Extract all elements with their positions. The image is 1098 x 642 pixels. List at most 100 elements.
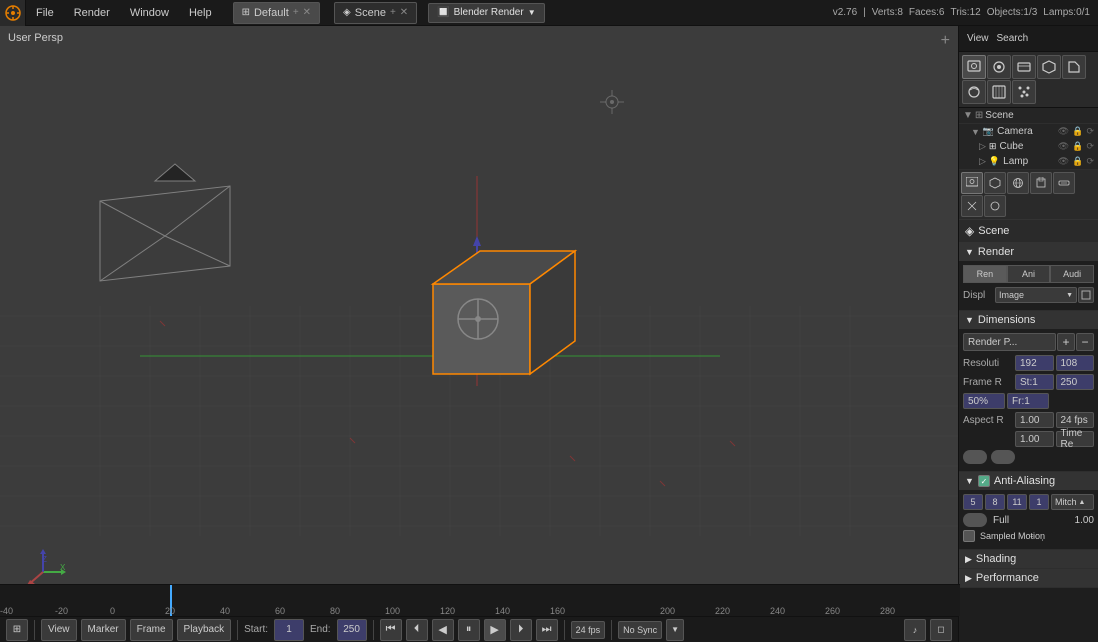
obj-props-icon2[interactable] (1030, 172, 1052, 194)
tl-frame-menu[interactable]: Frame (130, 619, 173, 641)
performance-header[interactable]: ▶ Performance (959, 569, 1098, 587)
render-preset-field[interactable]: Render P... (963, 333, 1056, 351)
modifier-properties-btn[interactable] (1062, 55, 1086, 79)
jump-end-btn[interactable]: ⏭ (536, 619, 558, 641)
workspace-tab-default[interactable]: ⊞ Default + ✕ (233, 2, 320, 24)
sync-arrow-icon[interactable]: ▼ (666, 619, 684, 641)
aa-val-11[interactable]: 11 (1007, 494, 1027, 510)
particles-properties-btn[interactable] (1012, 80, 1036, 104)
menu-render[interactable]: Render (64, 0, 120, 25)
resolution-pct-field[interactable]: 50% (963, 393, 1005, 409)
end-frame-field[interactable]: 250 (337, 619, 367, 641)
shading-header[interactable]: ▶ Shading (959, 550, 1098, 568)
render-properties-btn[interactable] (962, 55, 986, 79)
scene-properties-btn[interactable] (987, 55, 1011, 79)
frame-start-field[interactable]: St:1 (1015, 374, 1054, 390)
camera-outliner-item[interactable]: Camera (997, 126, 1033, 137)
preset-remove-btn[interactable]: − (1076, 333, 1094, 351)
tl-view-menu[interactable]: View (41, 619, 77, 641)
aspect-y-field[interactable]: 1.00 (1015, 431, 1054, 447)
texture-properties-btn[interactable] (987, 80, 1011, 104)
constraint-props-icon[interactable] (1053, 172, 1075, 194)
sync-mode-btn[interactable]: No Sync (618, 621, 662, 639)
object-properties-btn[interactable] (1037, 55, 1061, 79)
scene-close-btn[interactable]: ✕ (400, 7, 408, 18)
display-extra-btn[interactable] (1078, 287, 1094, 303)
stop-btn[interactable]: ⏸ (458, 619, 480, 641)
viewport-options-btn[interactable]: + (941, 32, 950, 50)
render-tab-audio[interactable]: Audi (1050, 265, 1094, 283)
toggle-2[interactable] (991, 450, 1015, 464)
timeline-type-btn[interactable]: ⊞ (6, 619, 28, 641)
tick-200: 200 (660, 606, 675, 616)
next-frame-btn[interactable]: ⏵ (510, 619, 532, 641)
menu-file[interactable]: File (26, 0, 64, 25)
frame-end-field[interactable]: 250 (1056, 374, 1095, 390)
tick-80: 80 (330, 606, 340, 616)
aa-header[interactable]: ▼ ✓ Anti-Aliasing (959, 472, 1098, 490)
material-properties-btn[interactable] (962, 80, 986, 104)
cube-outliner-item[interactable]: Cube (999, 141, 1023, 152)
aspect-x-field[interactable]: 1.00 (1015, 412, 1054, 428)
menu-window[interactable]: Window (120, 0, 179, 25)
aa-filter-dropdown[interactable]: Mitch ▲ (1051, 494, 1094, 510)
world-props-icon2[interactable] (1007, 172, 1029, 194)
aa-enabled-checkbox[interactable]: ✓ (978, 475, 990, 487)
aa-val-5[interactable]: 5 (963, 494, 983, 510)
world-properties-btn[interactable] (1012, 55, 1036, 79)
resolution-x-field[interactable]: 192 (1015, 355, 1054, 371)
scene-props-icon2[interactable] (984, 172, 1006, 194)
frame-rate-field[interactable]: Fr:1 (1007, 393, 1049, 409)
blender-logo[interactable] (0, 0, 26, 26)
material-props-icon2[interactable] (984, 195, 1006, 217)
aa-val-1[interactable]: 1 (1029, 494, 1049, 510)
aa-val-8[interactable]: 8 (985, 494, 1005, 510)
tl-playback-menu[interactable]: Playback (177, 619, 232, 641)
timeline-scale[interactable]: -40 -20 0 20 40 60 80 100 120 140 160 20… (0, 585, 960, 616)
play-btn[interactable]: ▶ (484, 619, 506, 641)
panel-view-btn[interactable]: View (963, 31, 993, 46)
scene-tab[interactable]: ◈ Scene + ✕ (334, 2, 417, 24)
render-tab-anim[interactable]: Ani (1007, 265, 1051, 283)
workspace-close-btn[interactable]: ✕ (303, 7, 311, 18)
aa-arrow-icon: ▼ (965, 476, 974, 486)
render-preset-row: Render P... + − (963, 333, 1094, 351)
stats-separator: | (863, 7, 866, 18)
time-remap-field[interactable]: Time Re (1056, 431, 1095, 447)
lamp-outliner-item[interactable]: Lamp (1003, 156, 1028, 167)
toggle-1[interactable] (963, 450, 987, 464)
start-frame-field[interactable]: 1 (274, 619, 304, 641)
jump-start-btn[interactable]: ⏮ (380, 619, 402, 641)
display-dropdown[interactable]: Image ▼ (995, 287, 1077, 303)
menu-help[interactable]: Help (179, 0, 222, 25)
sampled-motion-checkbox[interactable] (963, 530, 975, 542)
tick-60: 60 (275, 606, 285, 616)
resolution-y-field[interactable]: 108 (1056, 355, 1095, 371)
prev-frame-btn[interactable]: ⏴ (406, 619, 428, 641)
full-toggle[interactable] (963, 513, 987, 527)
panel-search-btn[interactable]: Search (993, 31, 1033, 46)
stat-lamps: Lamps:0/1 (1043, 7, 1090, 18)
render-section: ▼ Render Ren Ani Audi Displ Image (959, 243, 1098, 311)
aspect-fps-field[interactable]: 24 fps (1056, 412, 1095, 428)
fps-display[interactable]: 24 fps (571, 621, 606, 639)
preset-add-btn[interactable]: + (1057, 333, 1075, 351)
tick-280: 280 (880, 606, 895, 616)
tl-marker-menu[interactable]: Marker (81, 619, 126, 641)
scene-name: Scene (355, 7, 386, 19)
data-props-icon[interactable] (961, 195, 983, 217)
viewport-label: User Persp (8, 32, 63, 44)
audio-sync-btn[interactable]: ♪ (904, 619, 926, 641)
3d-viewport[interactable]: User Persp + (0, 26, 958, 582)
render-tab-render[interactable]: Ren (963, 265, 1007, 283)
dimensions-header[interactable]: ▼ Dimensions (959, 311, 1098, 329)
render-props-icon[interactable] (961, 172, 983, 194)
play-reverse-btn[interactable]: ◀ (432, 619, 454, 641)
cube-object (433, 251, 575, 374)
render-section-header[interactable]: ▼ Render (959, 243, 1098, 261)
workspace-add-btn[interactable]: + (293, 7, 299, 18)
render-sub-tabs: Ren Ani Audi (963, 265, 1094, 283)
scene-add-btn[interactable]: + (390, 7, 396, 18)
frame-drop-btn[interactable]: ◻ (930, 619, 952, 641)
render-engine-dropdown[interactable]: 🔲 Blender Render ▼ (428, 3, 544, 23)
